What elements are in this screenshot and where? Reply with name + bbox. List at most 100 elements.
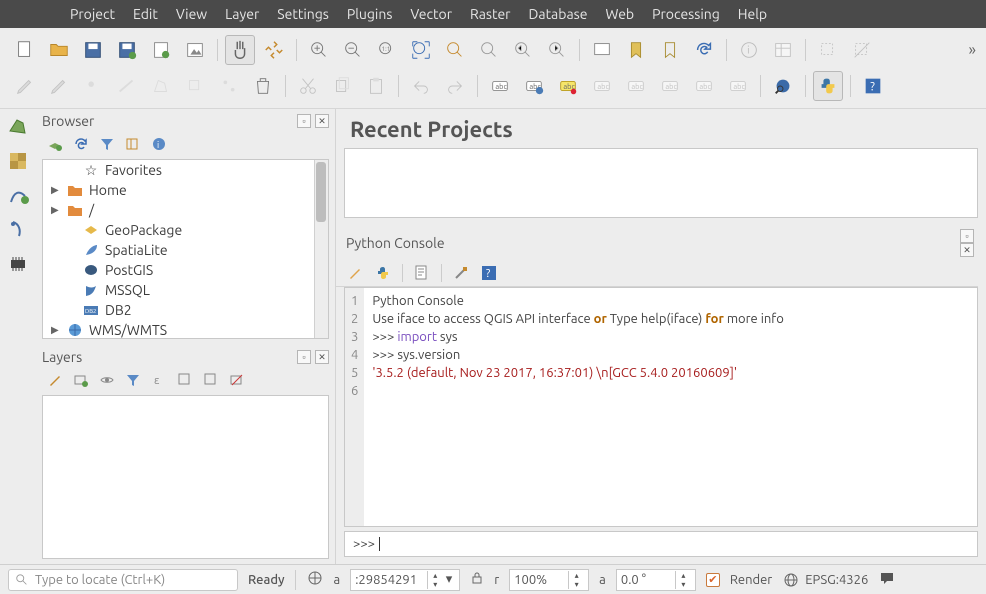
menu-project[interactable]: Project: [70, 6, 115, 22]
python-console-button[interactable]: [813, 71, 843, 101]
python-undock-icon[interactable]: ▫: [960, 229, 974, 243]
menu-view[interactable]: View: [176, 6, 207, 22]
messages-icon[interactable]: [878, 569, 896, 590]
pan-to-selection-button[interactable]: [259, 35, 289, 65]
layers-undock-icon[interactable]: ▫: [297, 350, 311, 364]
lock-icon[interactable]: [470, 571, 484, 588]
new-print-layout-button[interactable]: [146, 35, 176, 65]
tree-item-spatialite[interactable]: SpatiaLite: [43, 240, 328, 260]
memory-layer-icon[interactable]: [4, 249, 32, 277]
zoom-layer-button[interactable]: [474, 35, 504, 65]
visibility-icon[interactable]: [98, 371, 116, 389]
recent-projects-list[interactable]: [344, 148, 978, 218]
cut-button[interactable]: [293, 71, 323, 101]
zoom-in-button[interactable]: [304, 35, 334, 65]
zoom-native-button[interactable]: 1:1: [372, 35, 402, 65]
tree-item-geopackage[interactable]: GeoPackage: [43, 220, 328, 240]
new-project-button[interactable]: [10, 35, 40, 65]
menu-settings[interactable]: Settings: [277, 6, 329, 22]
label-pin-d-button[interactable]: abc: [689, 71, 719, 101]
open-project-button[interactable]: [44, 35, 74, 65]
locator-input[interactable]: Type to locate (Ctrl+K): [8, 569, 238, 591]
tree-item-favorites[interactable]: ☆Favorites: [43, 160, 328, 180]
move-feature-button[interactable]: [180, 71, 210, 101]
add-layer-icon[interactable]: [46, 135, 64, 153]
save-as-button[interactable]: [112, 35, 142, 65]
render-checkbox[interactable]: ✔: [706, 573, 720, 587]
zoom-selection-button[interactable]: [440, 35, 470, 65]
raster-layer-icon[interactable]: [4, 147, 32, 175]
toolbar-overflow-icon[interactable]: »: [968, 41, 976, 59]
metasearch-button[interactable]: [768, 71, 798, 101]
browser-scrollbar[interactable]: [314, 160, 328, 338]
zoom-last-button[interactable]: [508, 35, 538, 65]
identify-button[interactable]: i: [734, 35, 764, 65]
python-console-output[interactable]: 123456 Python Console Use iface to acces…: [344, 287, 978, 527]
show-bookmarks-button[interactable]: [655, 35, 685, 65]
save-edits-button[interactable]: [44, 71, 74, 101]
layers-filter-icon[interactable]: [124, 371, 142, 389]
zoom-out-button[interactable]: [338, 35, 368, 65]
help-button[interactable]: ?: [858, 71, 888, 101]
scale-field[interactable]: :29854291▴▾▾: [350, 569, 460, 591]
console-settings-icon[interactable]: [452, 264, 470, 282]
menu-database[interactable]: Database: [529, 6, 588, 22]
menu-raster[interactable]: Raster: [470, 6, 510, 22]
new-shapefile-icon[interactable]: [4, 181, 32, 209]
label-pin-c-button[interactable]: abc: [655, 71, 685, 101]
save-button[interactable]: [78, 35, 108, 65]
tree-item-mssql[interactable]: MSSQL: [43, 280, 328, 300]
layers-close-icon[interactable]: ✕: [315, 350, 329, 364]
add-line-button[interactable]: [112, 71, 142, 101]
layout-manager-button[interactable]: [180, 35, 210, 65]
coords-icon[interactable]: [306, 569, 324, 590]
menu-vector[interactable]: Vector: [410, 6, 452, 22]
refresh-button[interactable]: [689, 35, 719, 65]
tree-item-postgis[interactable]: PostGIS: [43, 260, 328, 280]
rotation-field[interactable]: 0.0 °▴▾: [616, 569, 696, 591]
label-highlight-button[interactable]: abc: [553, 71, 583, 101]
layer-style-icon[interactable]: [46, 371, 64, 389]
browser-close-icon[interactable]: ✕: [315, 114, 329, 128]
magnifier-field[interactable]: 100%▴▾: [509, 569, 589, 591]
label-pin-b-button[interactable]: abc: [621, 71, 651, 101]
expression-filter-icon[interactable]: ε: [150, 371, 168, 389]
new-map-view-button[interactable]: [587, 35, 617, 65]
tree-item-wms[interactable]: ▶WMS/WMTS: [43, 320, 328, 339]
add-point-button[interactable]: [78, 71, 108, 101]
select-button[interactable]: [813, 35, 843, 65]
crs-button[interactable]: EPSG:4326: [782, 571, 868, 589]
add-group-icon[interactable]: [72, 371, 90, 389]
menu-edit[interactable]: Edit: [133, 6, 158, 22]
label-pin-a-button[interactable]: abc: [587, 71, 617, 101]
remove-layer-icon[interactable]: [228, 371, 246, 389]
delete-button-grey[interactable]: [248, 71, 278, 101]
show-editor-icon[interactable]: [413, 264, 431, 282]
add-polygon-button[interactable]: [146, 71, 176, 101]
expand-all-icon[interactable]: [176, 371, 194, 389]
python-close-icon[interactable]: ✕: [960, 243, 974, 257]
node-tool-button[interactable]: [214, 71, 244, 101]
label-layer-button[interactable]: abc: [485, 71, 515, 101]
menu-help[interactable]: Help: [738, 6, 767, 22]
python-console-input[interactable]: >>>: [344, 531, 978, 557]
new-geopackage-icon[interactable]: [4, 215, 32, 243]
properties-icon[interactable]: i: [150, 135, 168, 153]
zoom-next-button[interactable]: [542, 35, 572, 65]
menu-processing[interactable]: Processing: [652, 6, 720, 22]
menu-plugins[interactable]: Plugins: [347, 6, 393, 22]
attribute-table-button[interactable]: [768, 35, 798, 65]
refresh-icon[interactable]: [72, 135, 90, 153]
redo-button[interactable]: [440, 71, 470, 101]
paste-button[interactable]: [361, 71, 391, 101]
copy-button[interactable]: [327, 71, 357, 101]
new-bookmark-button[interactable]: [621, 35, 651, 65]
label-layer-config-button[interactable]: abc: [519, 71, 549, 101]
pan-map-button[interactable]: [225, 35, 255, 65]
menu-layer[interactable]: Layer: [225, 6, 259, 22]
vector-layer-icon[interactable]: [4, 113, 32, 141]
tree-item-db2[interactable]: DB2DB2: [43, 300, 328, 320]
tree-item-home[interactable]: ▶Home: [43, 180, 328, 200]
undo-button[interactable]: [406, 71, 436, 101]
zoom-full-button[interactable]: [406, 35, 436, 65]
